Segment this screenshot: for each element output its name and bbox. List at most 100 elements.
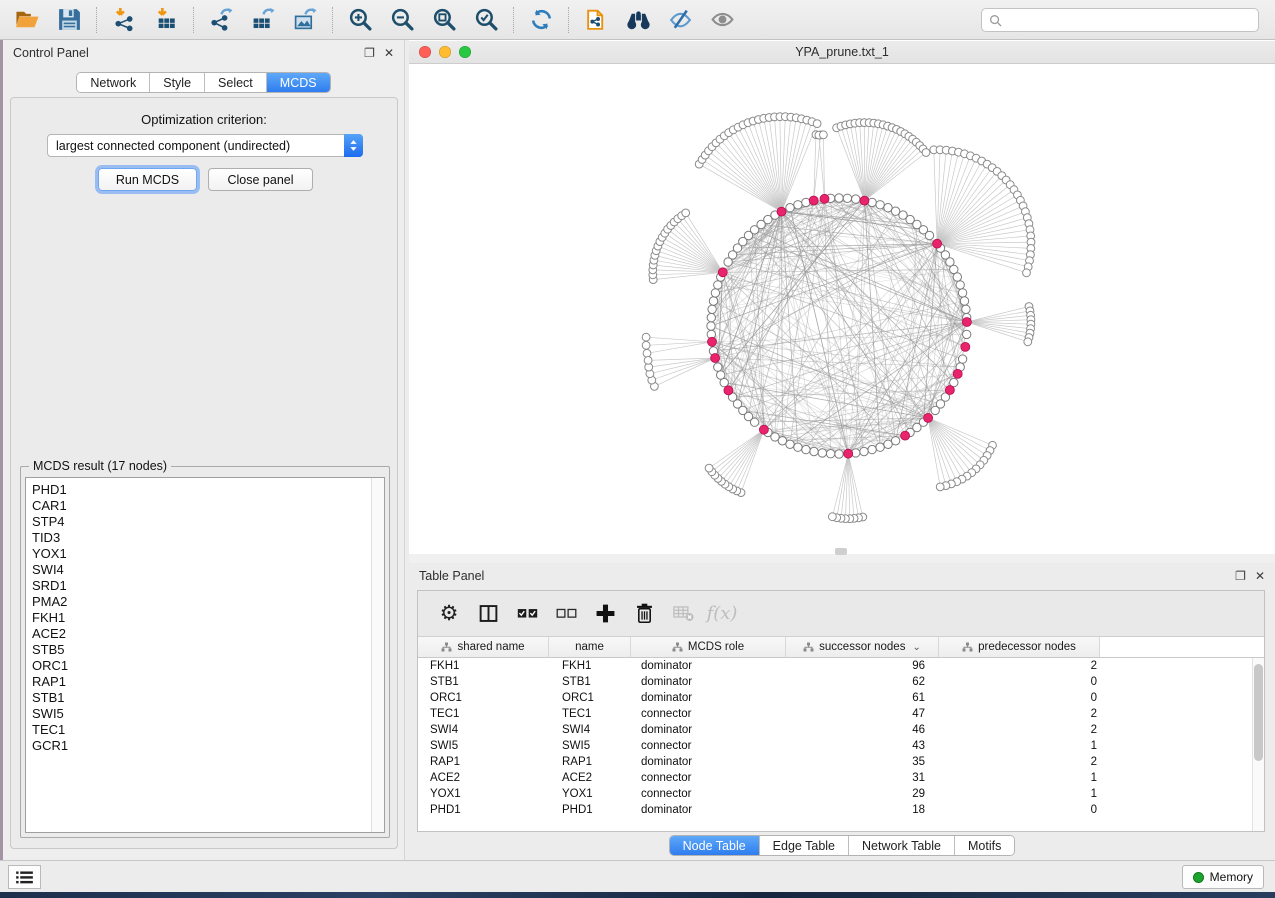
tab-network[interactable]: Network (77, 73, 150, 92)
column-header-successor-nodes[interactable]: successor nodes⌄ (786, 637, 939, 657)
column-settings-button[interactable]: ⚙ (434, 599, 464, 629)
result-node[interactable]: FKH1 (32, 610, 68, 626)
mcds-result-list[interactable]: PHD1CAR1STP4TID3YOX1SWI4SRD1PMA2FKH1ACE2… (25, 477, 385, 833)
close-panel-button[interactable]: Close panel (208, 168, 313, 191)
cell: 1 (939, 788, 1100, 800)
network-file-button[interactable] (575, 4, 617, 36)
search-network-button[interactable] (617, 4, 659, 36)
network-graph[interactable] (409, 64, 1275, 554)
tab-node-table[interactable]: Node Table (670, 836, 760, 855)
result-node[interactable]: STB1 (32, 690, 68, 706)
mcds-result-title: MCDS result (17 nodes) (29, 459, 171, 473)
export-table-button[interactable] (242, 4, 284, 36)
result-node[interactable]: ACE2 (32, 626, 68, 642)
table-row[interactable]: ACE2ACE2connector311 (418, 770, 1264, 786)
run-mcds-button[interactable]: Run MCDS (98, 168, 197, 191)
result-node[interactable]: YOX1 (32, 546, 68, 562)
cell: STB1 (549, 676, 631, 688)
column-header-shared-name[interactable]: shared name (418, 637, 549, 657)
toolbar-separator (568, 7, 569, 33)
tab-edge-table[interactable]: Edge Table (760, 836, 849, 855)
zoom-fit-button[interactable] (423, 4, 465, 36)
column-header-MCDS-role[interactable]: MCDS role (631, 637, 786, 657)
table-row[interactable]: STB1STB1dominator620 (418, 674, 1264, 690)
float-window-icon[interactable]: ❐ (364, 47, 375, 59)
result-list-scrollbar[interactable] (371, 478, 384, 832)
network-canvas[interactable] (409, 64, 1275, 554)
task-history-button[interactable] (8, 865, 41, 889)
splitter-handle-icon[interactable] (835, 548, 847, 555)
result-node[interactable]: CAR1 (32, 498, 68, 514)
close-panel-icon[interactable]: ✕ (384, 47, 394, 59)
result-node[interactable]: ORC1 (32, 658, 68, 674)
result-node[interactable]: TID3 (32, 530, 68, 546)
binoculars-icon (626, 7, 651, 32)
result-node[interactable]: TEC1 (32, 722, 68, 738)
cell: RAP1 (418, 756, 549, 768)
table-row[interactable]: RAP1RAP1dominator352 (418, 754, 1264, 770)
zoom-selected-button[interactable] (465, 4, 507, 36)
network-view-panel: YPA_prune.txt_1 (409, 40, 1275, 563)
import-table-button[interactable] (145, 4, 187, 36)
toolbar-separator (332, 7, 333, 33)
import-network-button[interactable] (103, 4, 145, 36)
open-file-button[interactable] (6, 4, 48, 36)
hide-details-button[interactable] (659, 4, 701, 36)
search-box[interactable] (981, 8, 1259, 32)
result-node[interactable]: SRD1 (32, 578, 68, 594)
result-node[interactable]: PHD1 (32, 482, 68, 498)
cell: connector (631, 708, 786, 720)
cell: dominator (631, 724, 786, 736)
result-node[interactable]: PMA2 (32, 594, 68, 610)
save-session-button[interactable] (48, 4, 90, 36)
select-all-rows-button[interactable] (512, 599, 542, 629)
cell: FKH1 (549, 660, 631, 672)
apply-layout-button[interactable] (520, 4, 562, 36)
tab-network-table[interactable]: Network Table (849, 836, 955, 855)
zoom-out-button[interactable] (381, 4, 423, 36)
table-row[interactable]: SWI4SWI4dominator462 (418, 722, 1264, 738)
cytoscape-window: Control Panel ❐ ✕ NetworkStyleSelectMCDS… (0, 0, 1275, 898)
tab-select[interactable]: Select (205, 73, 267, 92)
cell: 31 (786, 772, 939, 784)
table-header-row: shared namenameMCDS rolesuccessor nodes⌄… (418, 637, 1264, 658)
table-row[interactable]: ORC1ORC1dominator610 (418, 690, 1264, 706)
float-window-icon[interactable]: ❐ (1235, 570, 1246, 582)
import-table-icon (154, 7, 179, 32)
export-image-button[interactable] (284, 4, 326, 36)
horizontal-splitter[interactable] (409, 554, 1275, 563)
result-node[interactable]: SWI4 (32, 562, 68, 578)
result-node[interactable]: STB5 (32, 642, 68, 658)
result-node[interactable]: STP4 (32, 514, 68, 530)
network-window-titlebar[interactable]: YPA_prune.txt_1 (409, 41, 1275, 64)
table-body: FKH1FKH1dominator962STB1STB1dominator620… (418, 658, 1264, 831)
result-node[interactable]: SWI5 (32, 706, 68, 722)
search-input[interactable] (1007, 12, 1251, 28)
add-column-button[interactable] (590, 599, 620, 629)
table-row[interactable]: YOX1YOX1connector291 (418, 786, 1264, 802)
show-details-button[interactable] (701, 4, 743, 36)
column-header-name[interactable]: name (549, 637, 631, 657)
optimization-criterion-select[interactable]: largest connected component (undirected) (47, 134, 363, 157)
table-row[interactable]: PHD1PHD1dominator180 (418, 802, 1264, 818)
result-node[interactable]: RAP1 (32, 674, 68, 690)
delete-column-button[interactable] (629, 599, 659, 629)
deselect-all-rows-button[interactable] (551, 599, 581, 629)
column-selector-button[interactable] (473, 599, 503, 629)
table-row[interactable]: FKH1FKH1dominator962 (418, 658, 1264, 674)
attribute-tree-icon (803, 642, 814, 652)
zoom-in-button[interactable] (339, 4, 381, 36)
tab-style[interactable]: Style (150, 73, 205, 92)
table-scrollbar[interactable] (1252, 658, 1264, 831)
table-row[interactable]: TEC1TEC1connector472 (418, 706, 1264, 722)
result-node[interactable]: GCR1 (32, 738, 68, 754)
table-row[interactable]: SWI5SWI5connector431 (418, 738, 1264, 754)
scrollbar-thumb[interactable] (1254, 664, 1263, 761)
close-panel-icon[interactable]: ✕ (1255, 570, 1265, 582)
export-network-button[interactable] (200, 4, 242, 36)
column-header-predecessor-nodes[interactable]: predecessor nodes (939, 637, 1100, 657)
tab-motifs[interactable]: Motifs (955, 836, 1014, 855)
tab-mcds[interactable]: MCDS (267, 73, 330, 92)
memory-button[interactable]: Memory (1182, 865, 1264, 889)
import-network-icon (112, 7, 137, 32)
